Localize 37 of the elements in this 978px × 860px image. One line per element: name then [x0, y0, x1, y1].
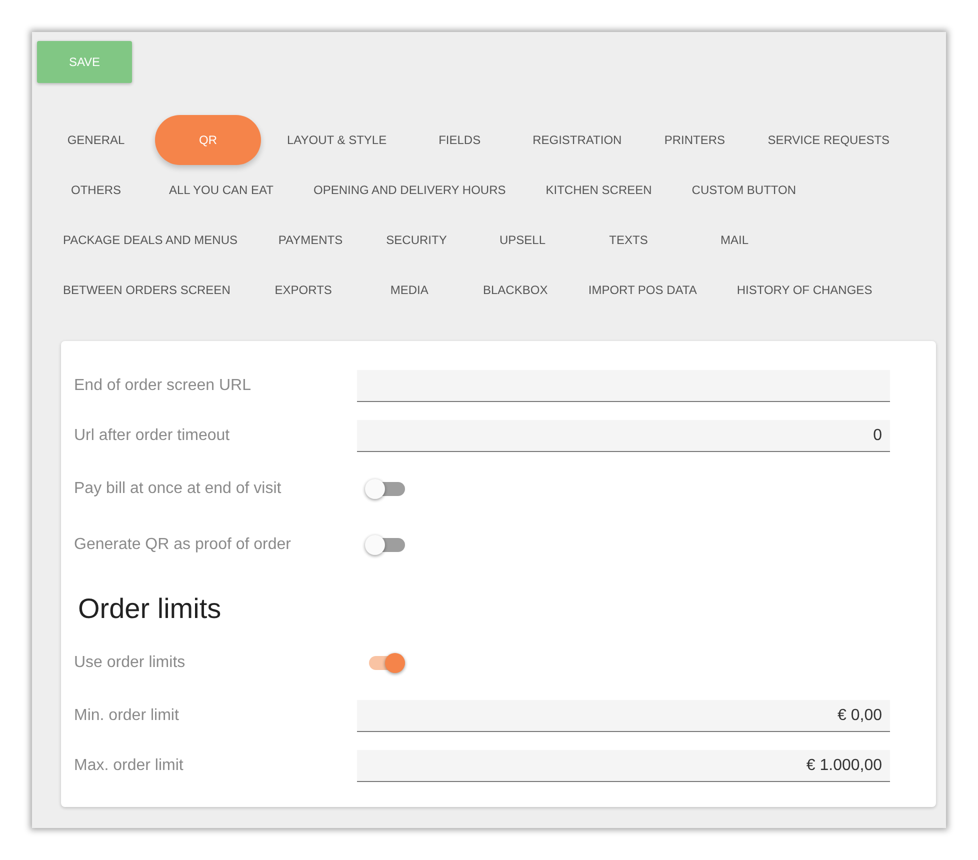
- tab[interactable]: SERVICE REQUESTS: [754, 115, 904, 165]
- section-heading: Order limits: [78, 593, 222, 625]
- tab[interactable]: ALL YOU CAN EAT: [155, 165, 288, 215]
- tab[interactable]: TEXTS: [582, 215, 676, 265]
- input-field[interactable]: 0: [357, 420, 890, 452]
- field-label: Url after order timeout: [74, 427, 231, 445]
- toggle-switch[interactable]: [365, 534, 405, 556]
- tab[interactable]: REGISTRATION: [518, 115, 636, 165]
- tab[interactable]: GENERAL: [49, 115, 143, 165]
- tab[interactable]: HISTORY OF CHANGES: [722, 265, 886, 315]
- tab[interactable]: FIELDS: [412, 115, 507, 165]
- tab[interactable]: KITCHEN SCREEN: [532, 165, 666, 215]
- tab[interactable]: UPSELL: [476, 215, 570, 265]
- tab[interactable]: IMPORT POS DATA: [574, 265, 711, 315]
- toggle-switch[interactable]: [365, 478, 405, 500]
- tab[interactable]: PRINTERS: [648, 115, 742, 165]
- tab[interactable]: MEDIA: [362, 265, 456, 315]
- field-label: Max. order limit: [74, 757, 184, 775]
- tab[interactable]: SECURITY: [370, 215, 464, 265]
- input-field[interactable]: € 1.000,00: [357, 750, 890, 782]
- input-field[interactable]: [357, 370, 890, 402]
- tab[interactable]: BLACKBOX: [468, 265, 562, 315]
- tab[interactable]: BETWEEN ORDERS SCREEN: [49, 265, 244, 315]
- input-field[interactable]: € 0,00: [357, 700, 890, 732]
- tab[interactable]: OPENING AND DELIVERY HOURS: [299, 165, 520, 215]
- tab[interactable]: LAYOUT & STYLE: [273, 115, 401, 165]
- tab[interactable]: MAIL: [688, 215, 782, 265]
- tab[interactable]: OTHERS: [49, 165, 143, 215]
- tab[interactable]: EXPORTS: [256, 265, 350, 315]
- toggle-label: Use order limits: [74, 654, 186, 672]
- tab[interactable]: CUSTOM BUTTON: [678, 165, 810, 215]
- toggle-label: Pay bill at once at end of visit: [74, 480, 282, 498]
- tab[interactable]: PAYMENTS: [264, 215, 358, 265]
- toggle-label: Generate QR as proof of order: [74, 536, 292, 554]
- field-label: Min. order limit: [74, 707, 180, 725]
- tab[interactable]: PACKAGE DEALS AND MENUS: [49, 215, 252, 265]
- field-label: End of order screen URL: [74, 377, 252, 395]
